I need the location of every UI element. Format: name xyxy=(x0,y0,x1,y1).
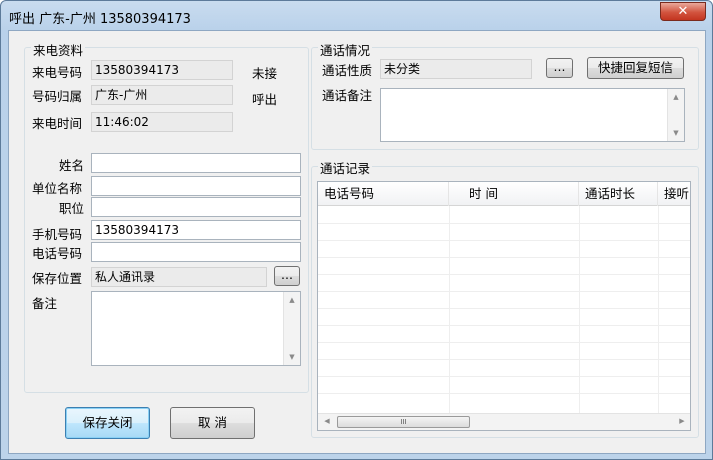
status-unanswered: 未接 xyxy=(252,66,278,81)
column-header-phone[interactable]: 电话号码 xyxy=(318,182,449,206)
call-log-group-title: 通话记录 xyxy=(318,158,373,177)
close-icon: ✕ xyxy=(677,4,689,19)
grid-line xyxy=(318,376,690,377)
company-input[interactable] xyxy=(91,176,301,196)
grid-line xyxy=(449,206,450,416)
status-outgoing: 呼出 xyxy=(252,92,278,107)
column-header-time[interactable]: 时 间 xyxy=(449,182,579,206)
caller-info-group-title: 来电资料 xyxy=(31,40,86,59)
title-bar[interactable]: 呼出 广东-广州 13580394173 ✕ xyxy=(1,1,712,30)
scroll-right-icon[interactable]: ▶ xyxy=(674,417,690,425)
position-label: 职位 xyxy=(59,201,85,216)
save-close-button[interactable]: 保存关闭 xyxy=(65,407,150,439)
grid-line xyxy=(318,342,690,343)
phone-input[interactable] xyxy=(91,242,301,262)
name-input[interactable] xyxy=(91,153,301,173)
save-location-browse-button[interactable]: ... xyxy=(274,266,300,286)
scroll-down-icon[interactable]: ▼ xyxy=(284,353,300,361)
mobile-input[interactable]: 13580394173 xyxy=(91,220,301,240)
call-nature-browse-button[interactable]: ... xyxy=(546,58,573,78)
grid-line xyxy=(318,359,690,360)
cancel-button[interactable]: 取 消 xyxy=(170,407,255,439)
quick-reply-sms-button[interactable]: 快捷回复短信 xyxy=(587,57,684,79)
column-header-duration[interactable]: 通话时长 xyxy=(579,182,658,206)
grid-line xyxy=(318,257,690,258)
phone-label: 电话号码 xyxy=(32,246,83,261)
grid-line xyxy=(318,325,690,326)
caller-phone-field[interactable]: 13580394173 xyxy=(91,60,233,80)
scroll-up-icon[interactable]: ▲ xyxy=(668,93,684,101)
scroll-left-icon[interactable]: ◀ xyxy=(319,417,335,425)
grid-line xyxy=(318,393,690,394)
dialog-window: 呼出 广东-广州 13580394173 ✕ 来电资料 来电号码 1358039… xyxy=(0,0,713,460)
scroll-thumb[interactable]: III xyxy=(337,416,470,428)
caller-phone-label: 来电号码 xyxy=(32,65,83,80)
call-time-field[interactable]: 11:46:02 xyxy=(91,112,233,132)
close-button[interactable]: ✕ xyxy=(660,2,706,21)
call-nature-label: 通话性质 xyxy=(322,63,373,78)
save-location-field[interactable]: 私人通讯录 xyxy=(91,267,267,287)
call-log-table[interactable]: 电话号码 时 间 通话时长 接听 ◀ III ▶ xyxy=(317,181,691,431)
save-location-label: 保存位置 xyxy=(32,271,83,286)
scroll-down-icon[interactable]: ▼ xyxy=(668,129,684,137)
note-textarea[interactable]: ▲ ▼ xyxy=(91,291,301,366)
window-title: 呼出 广东-广州 13580394173 xyxy=(9,12,191,27)
grid-line xyxy=(579,206,580,416)
call-note-textarea[interactable]: ▲ ▼ xyxy=(380,88,685,142)
scroll-up-icon[interactable]: ▲ xyxy=(284,296,300,304)
call-log-hscrollbar[interactable]: ◀ III ▶ xyxy=(318,413,690,430)
call-time-label: 来电时间 xyxy=(32,116,83,131)
grid-line xyxy=(318,223,690,224)
call-status-group-title: 通话情况 xyxy=(318,40,373,59)
dialog-client-area: 来电资料 来电号码 13580394173 未接 号码归属 广东-广州 呼出 来… xyxy=(8,30,706,454)
call-note-scrollbar[interactable]: ▲ ▼ xyxy=(667,89,684,141)
grid-line xyxy=(318,274,690,275)
column-header-answered[interactable]: 接听 xyxy=(658,182,690,206)
company-label: 单位名称 xyxy=(32,181,83,196)
grid-line xyxy=(318,308,690,309)
call-log-header: 电话号码 时 间 通话时长 接听 xyxy=(318,182,690,206)
position-input[interactable] xyxy=(91,197,301,217)
call-note-label: 通话备注 xyxy=(322,88,373,103)
name-label: 姓名 xyxy=(59,158,85,173)
grid-line xyxy=(658,206,659,416)
note-scrollbar[interactable]: ▲ ▼ xyxy=(283,292,300,365)
caller-location-label: 号码归属 xyxy=(32,89,83,104)
note-label: 备注 xyxy=(32,296,58,311)
mobile-label: 手机号码 xyxy=(32,227,83,242)
grid-line xyxy=(318,240,690,241)
grid-line xyxy=(318,291,690,292)
caller-location-field[interactable]: 广东-广州 xyxy=(91,85,233,105)
call-nature-field[interactable]: 未分类 xyxy=(380,59,532,79)
